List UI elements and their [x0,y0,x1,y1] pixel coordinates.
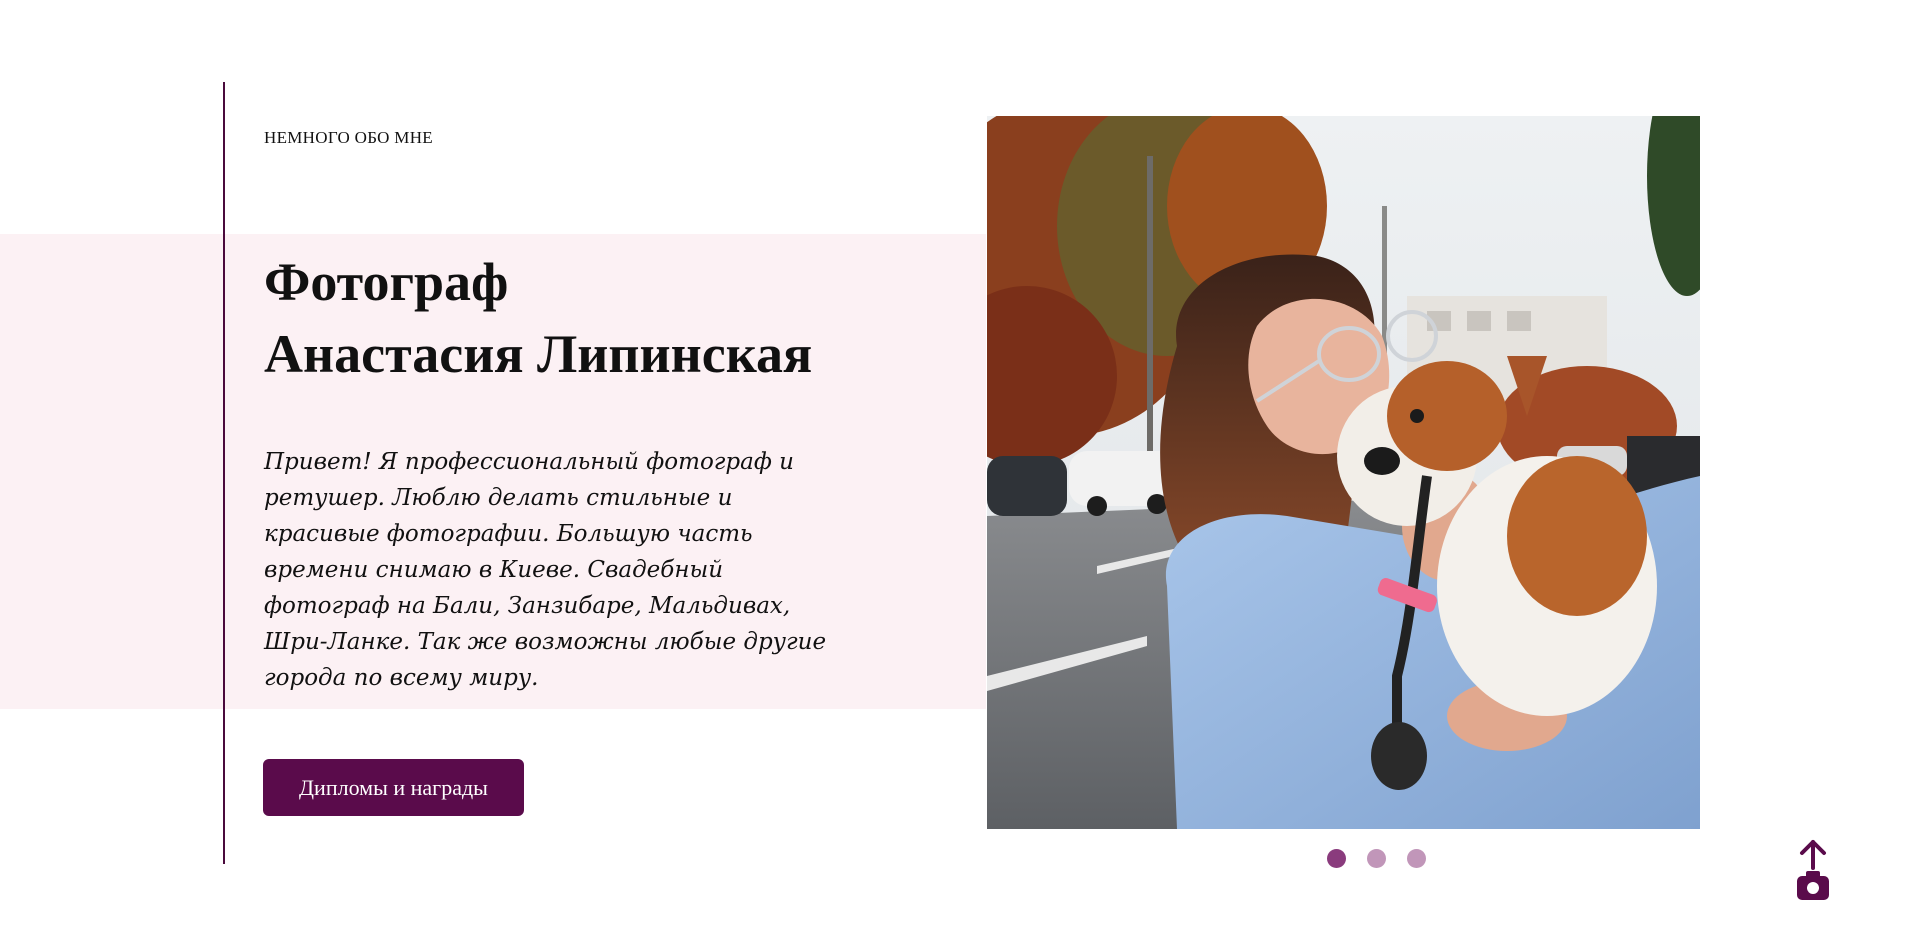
diplomas-awards-button[interactable]: Дипломы и награды [263,759,524,816]
camera-upload-icon[interactable] [1793,838,1833,902]
carousel-dot-2[interactable] [1367,849,1386,868]
vertical-divider [223,82,225,864]
bio-text: Привет! Я профессиональный фотограф и ре… [264,449,827,691]
carousel-dot-3[interactable] [1407,849,1426,868]
carousel-pagination [1327,849,1426,868]
portrait-photo [987,116,1700,829]
title-line-profession: Фотограф [264,252,509,312]
about-section: НЕМНОГО ОБО МНЕ Фотограф Анастасия Липин… [0,0,1916,940]
title-line-name: Анастасия Липинская [264,324,813,384]
section-eyebrow: НЕМНОГО ОБО МНЕ [264,128,433,147]
carousel-dot-1[interactable] [1327,849,1346,868]
page-title: Фотограф Анастасия Липинская [264,246,812,390]
